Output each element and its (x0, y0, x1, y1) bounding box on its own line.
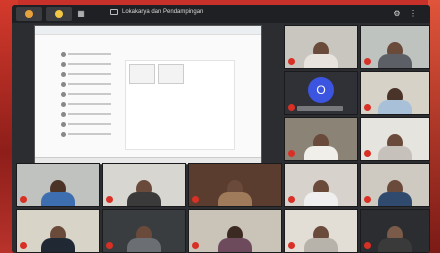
record-icon (110, 9, 118, 15)
settings-icon[interactable]: ⚙ (392, 9, 402, 19)
browser-tab[interactable] (46, 7, 72, 21)
mic-off-icon (288, 242, 295, 249)
participant-tile[interactable] (284, 209, 358, 253)
share-header (35, 26, 261, 35)
top-bar: ▦ Lokakarya dan Pendampingan ⚙ ⋮ (12, 5, 430, 23)
participant-tile[interactable]: O (284, 71, 358, 115)
menu-icon[interactable]: ▦ (76, 9, 86, 19)
mic-off-icon (20, 196, 27, 203)
participant-name (297, 106, 343, 111)
share-sidebar (61, 50, 111, 160)
participant-tile[interactable] (188, 209, 282, 253)
participant-avatar: O (308, 76, 334, 103)
mic-off-icon (192, 242, 199, 249)
mic-off-icon (364, 242, 371, 249)
thumbnail (129, 64, 155, 84)
mic-off-icon (364, 150, 371, 157)
participant-tile[interactable] (360, 209, 430, 253)
participant-tile[interactable] (16, 163, 100, 207)
mic-off-icon (288, 150, 295, 157)
mic-off-icon (364, 196, 371, 203)
participant-tile[interactable] (284, 117, 358, 161)
browser-tab[interactable] (16, 7, 42, 21)
participant-tile[interactable] (360, 71, 430, 115)
mic-off-icon (364, 58, 371, 65)
participant-tile[interactable] (360, 163, 430, 207)
mic-off-icon (20, 242, 27, 249)
screen-share[interactable] (34, 25, 262, 165)
participant-tile[interactable] (188, 163, 282, 207)
thumbnail (158, 64, 184, 84)
participant-tile[interactable] (102, 163, 186, 207)
participant-tile[interactable] (360, 117, 430, 161)
mic-off-icon (288, 104, 295, 111)
participant-tile[interactable] (102, 209, 186, 253)
mic-off-icon (106, 196, 113, 203)
participant-tile[interactable] (360, 25, 430, 69)
mic-off-icon (364, 104, 371, 111)
mic-off-icon (288, 196, 295, 203)
apps-icon[interactable]: ⋮ (408, 9, 418, 19)
tab-favicon-icon (25, 10, 33, 18)
mic-off-icon (192, 196, 199, 203)
participant-tile[interactable] (284, 163, 358, 207)
share-document (125, 60, 235, 150)
participant-tile[interactable] (284, 25, 358, 69)
tab-favicon-icon (55, 10, 63, 18)
mic-off-icon (106, 242, 113, 249)
mic-off-icon (288, 58, 295, 65)
video-meeting-window: ▦ Lokakarya dan Pendampingan ⚙ ⋮ O (12, 5, 430, 253)
participant-tile[interactable] (16, 209, 100, 253)
meeting-title: Lokakarya dan Pendampingan (110, 9, 203, 15)
